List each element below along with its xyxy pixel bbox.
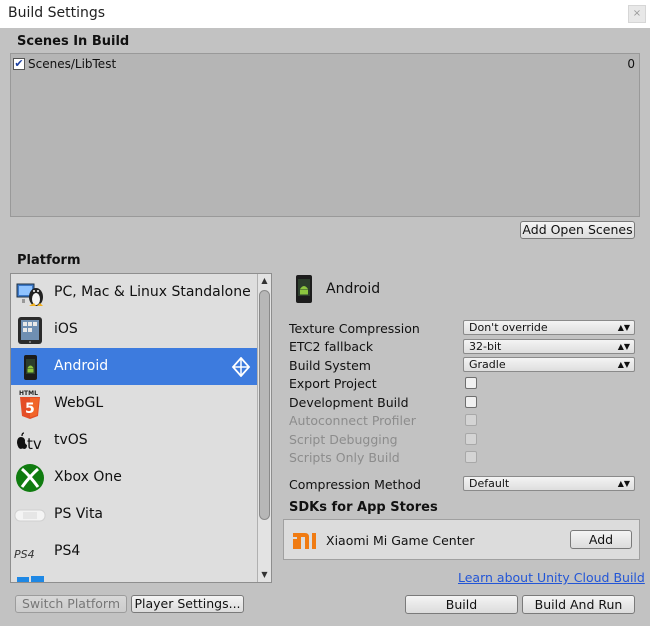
player-settings-button[interactable]: Player Settings... [131,595,244,613]
platform-item-tvos[interactable]: tv tvOS [11,422,257,459]
scene-name: Scenes/LibTest [28,57,117,71]
scroll-thumb[interactable] [259,290,270,520]
build-system-dropdown[interactable]: Gradle ▲▼ [463,357,635,372]
scenes-in-build-header: Scenes In Build [17,34,130,49]
pc-mac-linux-icon [14,277,46,309]
script-debugging-label: Script Debugging [289,432,398,447]
ps4-icon: PS4 [14,536,46,568]
development-build-checkbox[interactable] [465,396,477,408]
platform-item-label: WebGL [54,395,104,411]
platform-item-xbox-one[interactable]: Xbox One [11,459,257,496]
svg-text:PS4: PS4 [14,548,35,561]
ps-vita-icon [14,499,46,531]
dropdown-arrow-icon: ▲▼ [617,360,630,369]
svg-text:5: 5 [25,401,35,417]
dropdown-value: Gradle [469,358,506,371]
script-debugging-checkbox [465,433,477,445]
svg-text:HTML: HTML [19,390,38,397]
platform-item-android[interactable]: Android [11,348,257,385]
android-icon [293,274,315,304]
scenes-list[interactable]: ✔ Scenes/LibTest 0 [10,53,640,217]
title-bar: Build Settings × [0,0,650,28]
scene-row[interactable]: ✔ Scenes/LibTest 0 [13,57,637,73]
svg-text:tv: tv [27,435,42,453]
texture-compression-label: Texture Compression [289,321,420,336]
texture-compression-dropdown[interactable]: Don't override ▲▼ [463,320,635,335]
build-system-label: Build System [289,358,371,373]
etc2-fallback-label: ETC2 fallback [289,339,374,354]
sdks-header: SDKs for App Stores [289,500,438,515]
build-button[interactable]: Build [405,595,518,614]
platform-scrollbar[interactable]: ▲ ▼ [257,274,271,582]
platform-item-label: iOS [54,321,78,337]
dropdown-value: Don't override [469,321,548,334]
development-build-label: Development Build [289,395,409,410]
unity-logo-icon [231,356,251,378]
switch-platform-button[interactable]: Switch Platform [15,595,127,613]
dropdown-value: Default [469,477,510,490]
scene-index: 0 [627,57,635,71]
export-project-label: Export Project [289,376,377,391]
platform-item-label: tvOS [54,432,88,448]
add-sdk-button[interactable]: Add [570,530,632,549]
platform-item-ps-vita[interactable]: PS Vita [11,496,257,533]
html5-icon: HTML 5 [14,388,46,420]
cloud-build-link[interactable]: Learn about Unity Cloud Build [458,570,645,585]
windows-icon [14,573,46,582]
platform-header: Platform [17,253,81,268]
export-project-checkbox[interactable] [465,377,477,389]
apple-tv-icon: tv [14,425,46,457]
selected-platform-title: Android [326,281,381,297]
scroll-up-arrow-icon[interactable]: ▲ [258,274,271,288]
platform-item-label: PC, Mac & Linux Standalone [54,284,251,300]
add-open-scenes-button[interactable]: Add Open Scenes [520,221,635,239]
platform-item-label: PS4 [54,543,81,559]
platform-item-standalone[interactable]: PC, Mac & Linux Standalone [11,274,257,311]
platform-item-partial[interactable] [11,570,257,582]
scripts-only-build-label: Scripts Only Build [289,450,400,465]
dropdown-arrow-icon: ▲▼ [617,323,630,332]
xbox-icon [14,462,46,494]
scripts-only-build-checkbox [465,451,477,463]
platform-item-label: Android [54,358,109,374]
close-button[interactable]: × [628,5,646,23]
autoconnect-profiler-checkbox [465,414,477,426]
sdk-item: Xiaomi Mi Game Center Add [283,519,640,560]
window-title: Build Settings [8,5,106,21]
platform-item-ios[interactable]: iOS [11,311,257,348]
platform-list[interactable]: PC, Mac & Linux Standalone iOS Android H… [10,273,272,583]
autoconnect-profiler-label: Autoconnect Profiler [289,413,416,428]
dropdown-arrow-icon: ▲▼ [617,479,630,488]
build-and-run-button[interactable]: Build And Run [522,595,635,614]
ios-icon [14,314,46,346]
scroll-down-arrow-icon[interactable]: ▼ [258,568,271,582]
platform-item-label: Xbox One [54,469,122,485]
platform-item-label: PS Vita [54,506,104,522]
xiaomi-logo-icon [291,531,319,551]
compression-method-dropdown[interactable]: Default ▲▼ [463,476,635,491]
dropdown-arrow-icon: ▲▼ [617,342,630,351]
compression-method-label: Compression Method [289,477,421,492]
etc2-fallback-dropdown[interactable]: 32-bit ▲▼ [463,339,635,354]
sdk-name: Xiaomi Mi Game Center [326,533,475,548]
platform-item-ps4[interactable]: PS4 PS4 [11,533,257,570]
dropdown-value: 32-bit [469,340,502,353]
scene-include-checkbox[interactable]: ✔ [13,58,25,70]
android-icon [14,351,46,383]
platform-item-webgl[interactable]: HTML 5 WebGL [11,385,257,422]
